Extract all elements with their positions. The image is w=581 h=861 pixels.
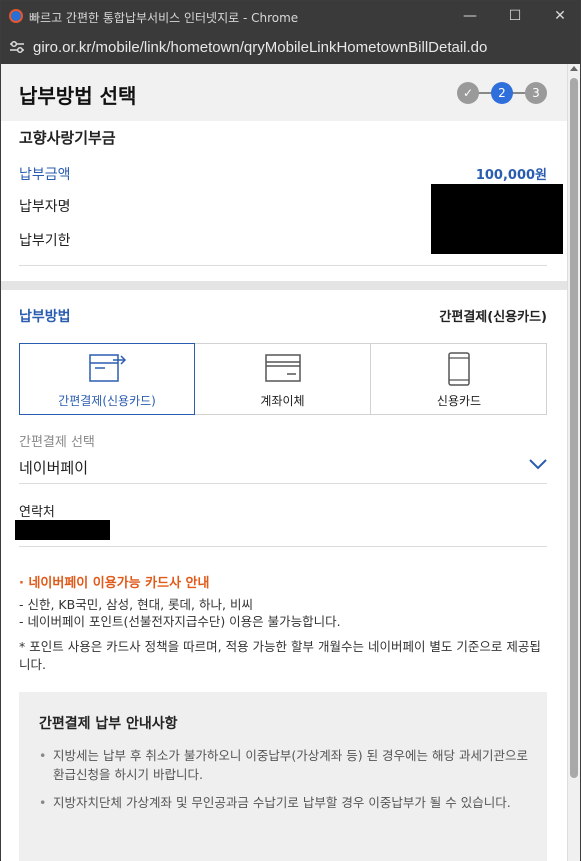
page-header: 납부방법 선택 ✓ 2 3	[1, 64, 567, 121]
maximize-button[interactable]: ☐	[504, 5, 526, 27]
guide-item: • 지방자치단체 가상계좌 및 무인공과금 수납기로 납부할 경우 이중납부가 …	[39, 793, 539, 812]
redacted-box	[431, 184, 563, 254]
scrollbar-thumb[interactable]	[570, 78, 578, 778]
mobile-card-icon	[448, 352, 470, 386]
amount-label: 납부금액	[19, 167, 71, 183]
contact-label: 연락처	[19, 505, 55, 520]
bill-name: 고향사랑기부금	[19, 129, 116, 147]
title-bar: 빠르고 간편한 통합납부서비스 인터넷지로 - Chrome — ☐ ✕	[1, 1, 580, 31]
vertical-scrollbar[interactable]	[567, 64, 580, 861]
points-footnote: * 포인트 사용은 카드사 정책을 따르며, 적용 가능한 할부 개월수는 네이…	[19, 639, 541, 672]
redacted-contact	[15, 520, 110, 540]
due-date-label: 납부기한	[19, 233, 71, 249]
tab-bank-transfer[interactable]: 계좌이체	[195, 344, 371, 414]
tab-credit-card-label: 신용카드	[436, 394, 482, 408]
easy-pay-card-icon	[89, 354, 127, 382]
tab-bank-transfer-label: 계좌이체	[260, 394, 305, 408]
payer-name-label: 납부자명	[19, 199, 71, 215]
step-1-check-icon: ✓	[457, 82, 479, 104]
bullet-icon: •	[39, 748, 47, 763]
section-separator	[1, 281, 567, 290]
amount-value: 100,000원	[475, 168, 547, 183]
step-indicator: ✓ 2 3	[457, 82, 547, 104]
browser-window: 빠르고 간편한 통합납부서비스 인터넷지로 - Chrome — ☐ ✕ gir…	[0, 0, 581, 861]
guide-box: 간편결제 납부 안내사항 • 지방세는 납부 후 취소가 불가하오니 이중납부(…	[19, 692, 547, 861]
chevron-down-icon[interactable]	[528, 458, 548, 470]
guide-item: • 지방세는 납부 후 취소가 불가하오니 이중납부(가상계좌 등) 된 경우에…	[39, 746, 539, 784]
divider	[19, 483, 547, 484]
step-2-current: 2	[491, 82, 513, 104]
easy-pay-select[interactable]: 네이버페이	[19, 457, 88, 478]
guide-title: 간편결제 납부 안내사항	[39, 716, 178, 732]
bullet-icon: •	[39, 795, 47, 810]
site-settings-icon[interactable]	[9, 40, 25, 54]
payment-method-label: 납부방법	[19, 309, 71, 325]
address-bar[interactable]: giro.or.kr/mobile/link/hometown/qryMobil…	[1, 31, 580, 64]
scroll-up-arrow-icon[interactable]	[570, 66, 578, 71]
divider	[19, 546, 547, 547]
payment-method-tabs: 간편결제(신용카드) 계좌이체 신용카드	[19, 343, 547, 415]
step-3: 3	[525, 82, 547, 104]
site-favicon-icon	[9, 9, 23, 23]
step-connector	[511, 92, 525, 94]
notice-title: · 네이버페이 이용가능 카드사 안내	[19, 576, 210, 591]
url-text[interactable]: giro.or.kr/mobile/link/hometown/qryMobil…	[33, 39, 487, 56]
guide-item-text: 지방자치단체 가상계좌 및 무인공과금 수납기로 납부할 경우 이중납부가 될 …	[53, 795, 511, 810]
step-connector	[477, 92, 491, 94]
notice-line: - 네이버페이 포인트(선불전자지급수단) 이용은 불가능합니다.	[19, 614, 341, 629]
page-content: 납부방법 선택 ✓ 2 3 고향사랑기부금 납부금액 100,000원 납부자명…	[1, 64, 567, 861]
payment-method-value: 간편결제(신용카드)	[439, 310, 547, 325]
minimize-button[interactable]: —	[459, 5, 481, 27]
window-title: 빠르고 간편한 통합납부서비스 인터넷지로 - Chrome	[29, 11, 299, 25]
tab-easy-pay[interactable]: 간편결제(신용카드)	[19, 343, 195, 415]
page-title: 납부방법 선택	[19, 84, 137, 108]
close-window-button[interactable]: ✕	[549, 5, 571, 27]
easy-pay-select-label: 간편결제 선택	[19, 435, 95, 450]
divider	[19, 265, 547, 266]
tab-easy-pay-label: 간편결제(신용카드)	[58, 394, 156, 408]
bank-transfer-icon	[264, 354, 301, 382]
tab-credit-card[interactable]: 신용카드	[371, 344, 547, 414]
guide-item-text: 지방세는 납부 후 취소가 불가하오니 이중납부(가상계좌 등) 된 경우에는 …	[53, 748, 528, 782]
